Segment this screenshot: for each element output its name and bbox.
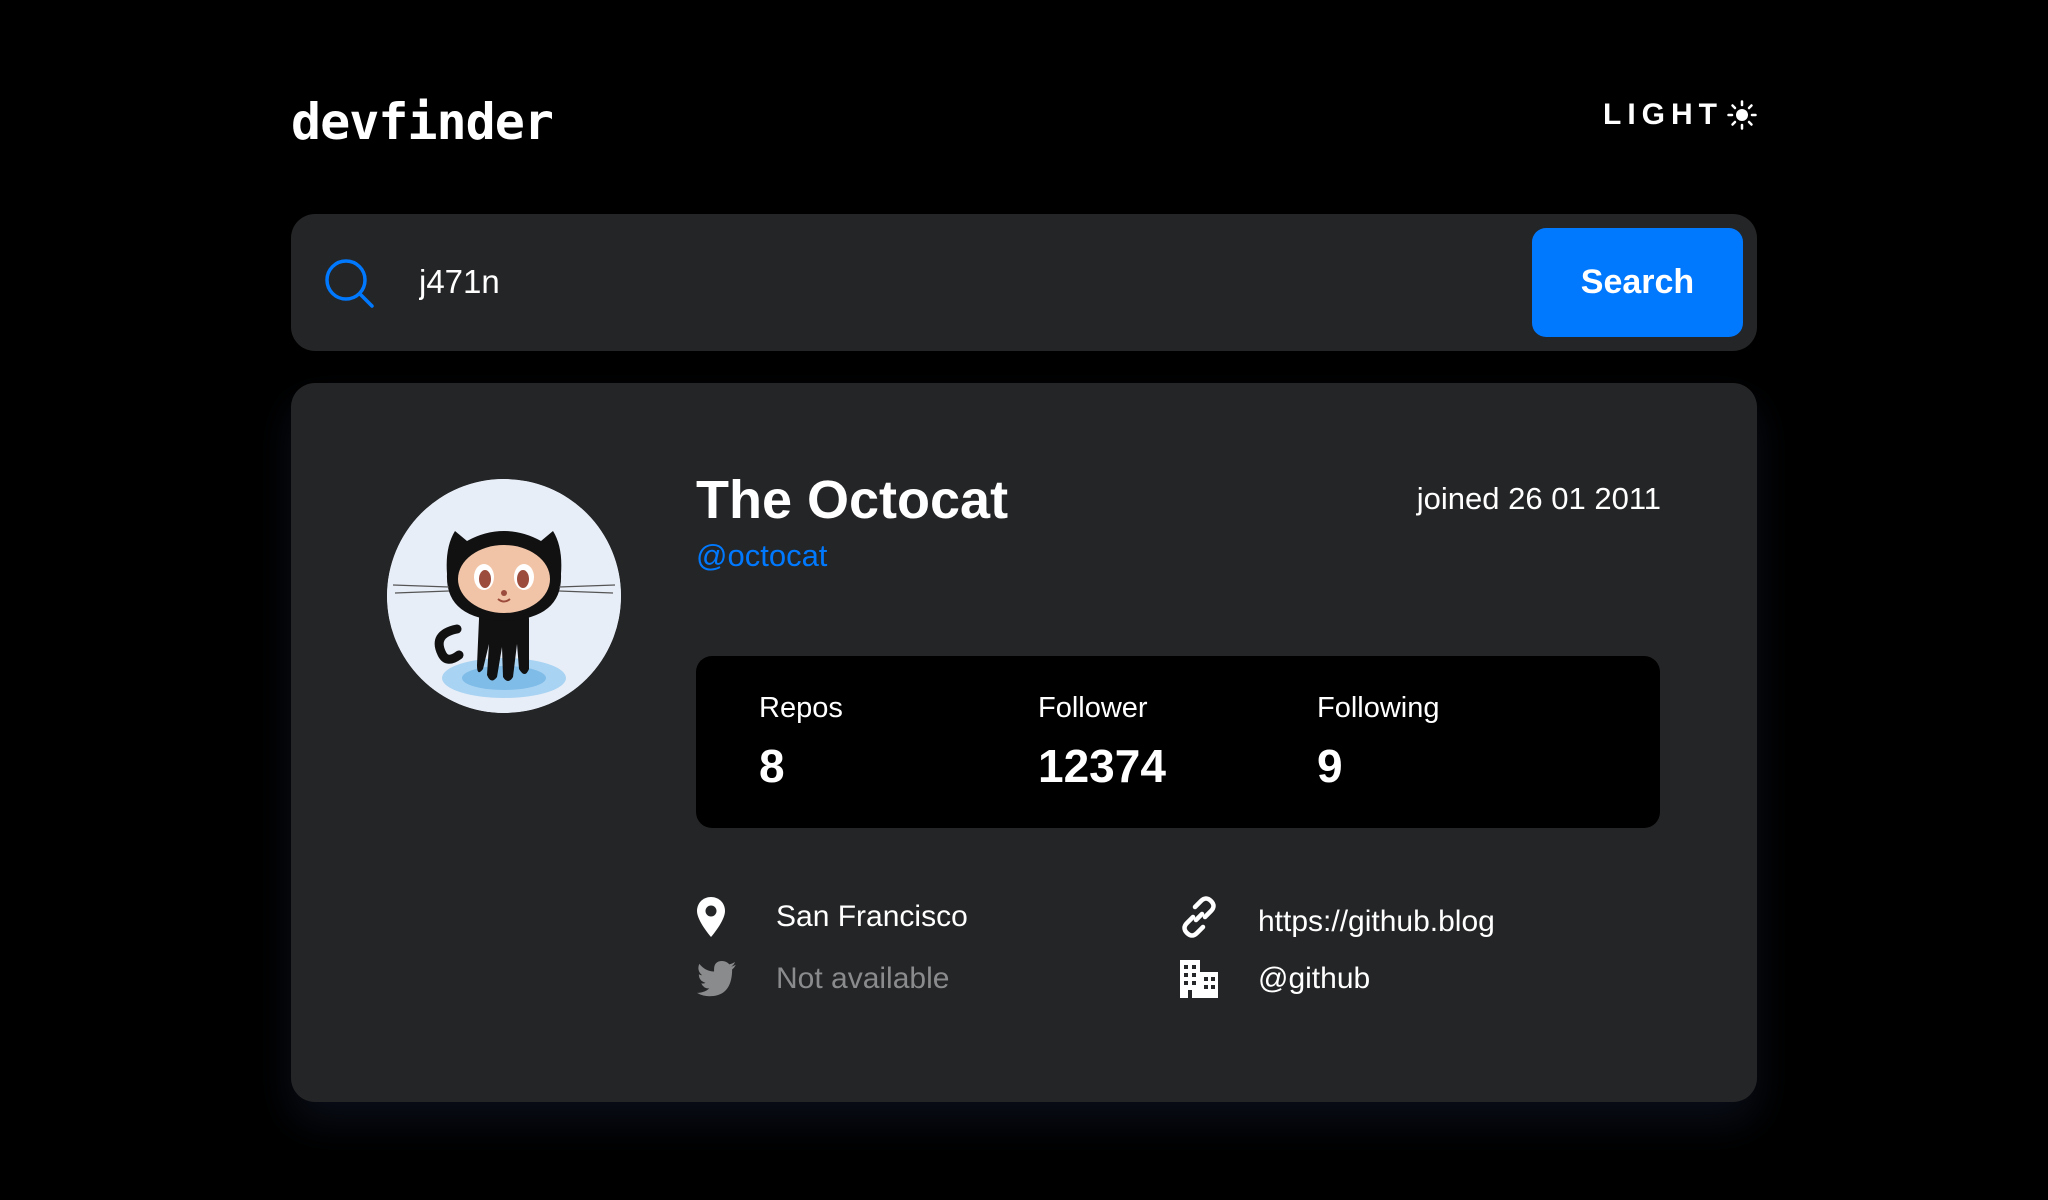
blog-item[interactable]: https://github.blog: [1178, 893, 1495, 941]
header: devfinder LIGHT: [291, 92, 1757, 152]
profile-name: The Octocat: [696, 470, 1009, 530]
stat-value: 9: [1317, 740, 1343, 792]
company-item: @github: [1178, 955, 1370, 1003]
location-pin-icon: [696, 893, 744, 941]
stat-repos: Repos 8: [759, 690, 843, 796]
search-button[interactable]: Search: [1532, 228, 1743, 337]
app: devfinder LIGHT j471n Search The Octocat…: [0, 0, 2048, 1200]
location-item: San Francisco: [696, 893, 968, 941]
stat-followers: Follower 12374: [1038, 690, 1166, 796]
stats-panel: Repos 8 Follower 12374 Following 9: [696, 656, 1660, 828]
stat-label: Repos: [759, 692, 843, 724]
stat-label: Following: [1317, 692, 1440, 724]
location-text: San Francisco: [776, 900, 968, 933]
theme-toggle-label: LIGHT: [1603, 98, 1723, 131]
avatar: [387, 479, 621, 713]
twitter-text: Not available: [776, 962, 950, 995]
twitter-item: Not available: [696, 955, 949, 1003]
stat-value: 8: [759, 740, 785, 792]
profile-card: The Octocat @octocat joined 26 01 2011 R…: [291, 383, 1757, 1102]
sun-icon: [1727, 100, 1757, 130]
stat-value: 12374: [1038, 740, 1166, 792]
search-input[interactable]: [419, 250, 1419, 314]
twitter-icon: [696, 955, 744, 1003]
theme-toggle-button[interactable]: LIGHT: [1603, 98, 1757, 132]
profile-login-link[interactable]: @octocat: [696, 538, 827, 574]
blog-link[interactable]: https://github.blog: [1258, 905, 1495, 939]
joined-date: joined 26 01 2011: [1416, 481, 1661, 516]
company-text: @github: [1258, 962, 1371, 995]
stat-label: Follower: [1038, 692, 1148, 724]
link-icon: [1178, 893, 1226, 941]
stat-following: Following 9: [1317, 690, 1440, 796]
octocat-avatar: [387, 479, 621, 713]
search-icon: [322, 256, 378, 312]
search-bar: Search: [291, 214, 1757, 351]
building-icon: [1178, 955, 1226, 1003]
logo: devfinder: [291, 93, 554, 151]
